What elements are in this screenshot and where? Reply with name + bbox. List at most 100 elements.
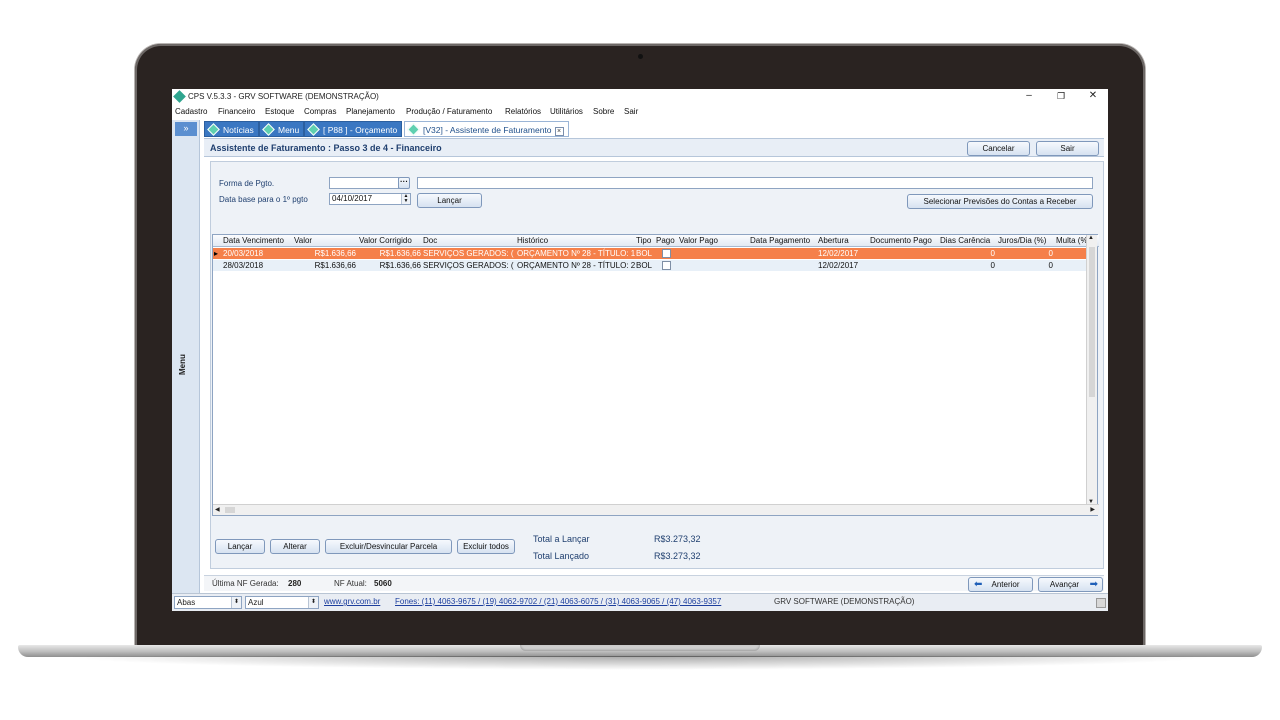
close-tab-icon[interactable]: ×	[554, 127, 564, 136]
app-logo-icon	[173, 90, 186, 103]
minimize-button[interactable]: –	[1014, 89, 1044, 103]
table-row[interactable]: 28/03/2018 R$1.636,66 R$1.636,66 SERVIÇO…	[213, 260, 1087, 271]
col-valor-pago[interactable]: Valor Pago	[679, 236, 749, 245]
close-button[interactable]: ✕	[1078, 89, 1108, 103]
col-data-pagamento[interactable]: Data Pagamento	[750, 236, 818, 245]
theme-select[interactable]: Azul ⬍	[245, 596, 319, 609]
tab-diamond-icon	[407, 123, 420, 136]
anterior-button[interactable]: ⬅ Anterior	[968, 577, 1033, 592]
tab-noticias[interactable]: Notícias	[204, 121, 259, 137]
col-doc[interactable]: Doc	[423, 236, 515, 245]
tab-orcamento[interactable]: [ P88 ] - Orçamento	[304, 121, 403, 137]
menu-compras[interactable]: Compras	[304, 107, 336, 116]
scroll-right-icon[interactable]: ▶	[1090, 506, 1095, 513]
grid-horizontal-scrollbar[interactable]: ◀ ▶	[213, 504, 1099, 515]
arrow-right-icon: ➡	[1089, 579, 1098, 590]
sidebar-menu-label[interactable]: Menu	[178, 354, 187, 375]
cell-vencimento: 20/03/2018	[223, 249, 264, 258]
col-historico[interactable]: Histórico	[517, 236, 635, 245]
col-valor-corrigido[interactable]: Valor Corrigido	[359, 236, 423, 245]
menu-relatorios[interactable]: Relatórios	[505, 107, 541, 116]
cell-abertura: 12/02/2017	[818, 261, 859, 270]
tab-label: [V32] - Assistente de Faturamento	[423, 125, 552, 135]
tab-assistente-faturamento[interactable]: [V32] - Assistente de Faturamento ×	[404, 121, 569, 137]
base-date-label: Data base para o 1º pgto	[219, 195, 308, 204]
lancar-top-button[interactable]: Lançar	[417, 193, 482, 208]
col-pago[interactable]: Pago	[656, 236, 678, 245]
anterior-label: Anterior	[991, 580, 1020, 589]
menu-utilitarios[interactable]: Utilitários	[550, 107, 583, 116]
cell-juros-dia: 0	[1048, 261, 1053, 270]
last-nf-value: 280	[288, 579, 302, 588]
nf-atual-value: 5060	[374, 579, 392, 588]
scroll-thumb[interactable]	[225, 507, 235, 513]
cell-historico: ORÇAMENTO Nº 28 - TÍTULO: 2	[517, 261, 635, 270]
tab-label: Notícias	[223, 125, 254, 135]
home-icon[interactable]	[1096, 598, 1106, 608]
select-forecast-button[interactable]: Selecionar Previsões do Contas a Receber	[907, 194, 1093, 209]
menu-financeiro[interactable]: Financeiro	[218, 107, 255, 116]
scroll-thumb[interactable]	[1089, 247, 1095, 397]
lookup-button[interactable]: ···	[398, 177, 410, 189]
cancel-button[interactable]: Cancelar	[967, 141, 1030, 156]
menu-cadastro[interactable]: Cadastro	[175, 107, 207, 116]
menu-sair[interactable]: Sair	[624, 107, 638, 116]
scroll-up-icon[interactable]: ▲	[1088, 235, 1094, 241]
status-bar: Última NF Gerada: 280 NF Atual: 5060 ⬅ An…	[204, 575, 1104, 592]
title-bar: CPS V.5.3.3 - GRV SOFTWARE (DEMONSTRAÇÃO…	[172, 89, 1108, 105]
scroll-left-icon[interactable]: ◀	[215, 506, 220, 513]
exit-button[interactable]: Sair	[1036, 141, 1099, 156]
table-row-selected[interactable]: ▸ 20/03/2018 R$1.636,66 R$1.636,66 SERVI…	[213, 248, 1087, 259]
col-dias-carencia[interactable]: Dias Carência	[940, 236, 997, 245]
total-a-lancar-label: Total a Lançar	[533, 534, 590, 544]
pago-checkbox[interactable]	[662, 261, 671, 270]
tab-label: Menu	[278, 125, 300, 135]
menu-producao-faturamento[interactable]: Produção / Faturamento	[406, 107, 492, 116]
spin-icon: ⬍	[231, 597, 241, 608]
cell-doc: SERVIÇOS GERADOS: (	[423, 261, 514, 270]
sidebar-expand-button[interactable]: »	[175, 122, 197, 136]
theme-select-value: Azul	[248, 598, 264, 607]
col-multa[interactable]: Multa (%	[1056, 236, 1088, 245]
menu-planejamento[interactable]: Planejamento	[346, 107, 395, 116]
cell-historico: ORÇAMENTO Nº 28 - TÍTULO: 1	[517, 249, 635, 258]
cell-dias-carencia: 0	[990, 261, 995, 270]
menu-sobre[interactable]: Sobre	[593, 107, 614, 116]
col-documento-pago[interactable]: Documento Pago	[870, 236, 940, 245]
col-abertura[interactable]: Abertura	[818, 236, 870, 245]
avancar-button[interactable]: Avançar ➡	[1038, 577, 1103, 592]
payment-description-field[interactable]	[417, 177, 1093, 189]
nf-atual-label: NF Atual:	[334, 579, 367, 588]
restore-button[interactable]: ❐	[1046, 89, 1076, 103]
phones-link[interactable]: Fones: (11) 4063-9675 / (19) 4062-9702 /…	[395, 597, 721, 606]
window-title: CPS V.5.3.3 - GRV SOFTWARE (DEMONSTRAÇÃO…	[188, 92, 379, 101]
grid-header: Data Vencimento Valor Valor Corrigido Do…	[213, 235, 1099, 247]
website-link[interactable]: www.grv.com.br	[324, 597, 380, 606]
total-lancado-label: Total Lançado	[533, 551, 590, 561]
lancar-button[interactable]: Lançar	[215, 539, 265, 554]
alterar-button[interactable]: Alterar	[270, 539, 320, 554]
base-date-input[interactable]: 04/10/2017 ▲ ▼	[329, 193, 411, 205]
grid-vertical-scrollbar[interactable]: ▲ ▼	[1086, 235, 1097, 505]
excluir-todos-button[interactable]: Excluir todos	[457, 539, 515, 554]
col-juros-dia[interactable]: Juros/Dia (%)	[998, 236, 1055, 245]
col-data-vencimento[interactable]: Data Vencimento	[223, 236, 293, 245]
excluir-desvincular-button[interactable]: Excluir/Desvincular Parcela	[325, 539, 452, 554]
col-tipo[interactable]: Tipo	[636, 236, 656, 245]
cell-doc: SERVIÇOS GERADOS: (	[423, 249, 514, 258]
tab-diamond-icon	[307, 123, 320, 136]
spin-icon: ⬍	[308, 597, 318, 608]
col-valor[interactable]: Valor	[294, 236, 358, 245]
avancar-label: Avançar	[1049, 580, 1080, 589]
cell-tipo: BOL	[636, 261, 653, 270]
payment-method-input[interactable]	[329, 177, 399, 189]
date-spin-icon[interactable]: ▲ ▼	[401, 194, 410, 204]
tab-diamond-icon	[207, 123, 220, 136]
total-a-lancar-value: R$3.273,32	[654, 534, 701, 544]
tab-strip: Notícias Menu [ P88 ] - Orçamento [V32] …	[204, 120, 1104, 138]
menu-estoque[interactable]: Estoque	[265, 107, 294, 116]
tabs-select[interactable]: Abas ⬍	[174, 596, 242, 609]
payment-method-label: Forma de Pgto.	[219, 179, 275, 188]
tab-menu[interactable]: Menu	[259, 121, 305, 137]
pago-checkbox[interactable]	[662, 249, 671, 258]
